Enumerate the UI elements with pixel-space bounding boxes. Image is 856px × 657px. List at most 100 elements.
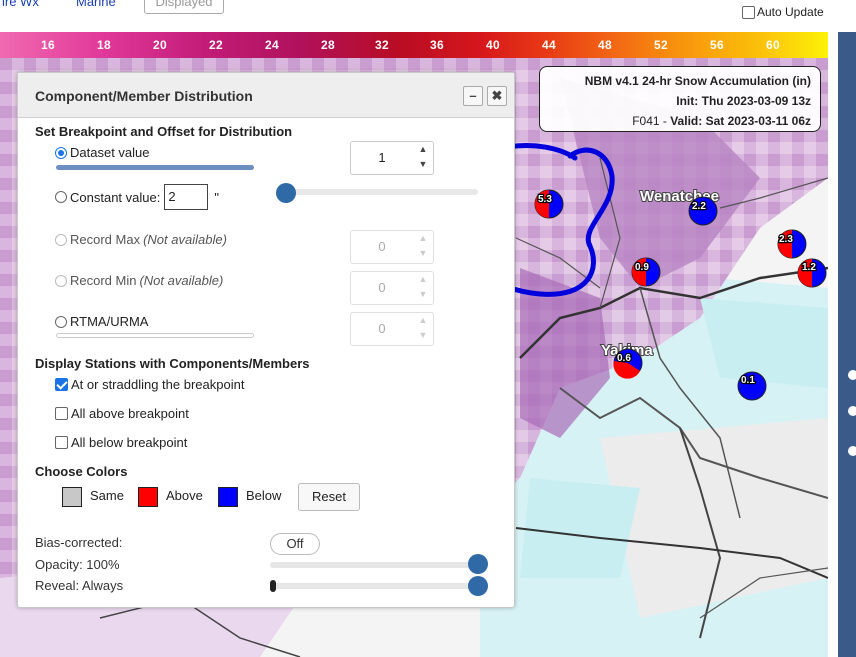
station-marker[interactable]: 1.2 [797,258,827,288]
station-marker[interactable]: 2.3 [777,229,807,259]
fire-wx-link[interactable]: ire Wx [2,0,39,9]
scale-tick: 28 [321,38,335,52]
reveal-slider-start[interactable] [270,580,276,592]
forecast-info-box: NBM v4.1 24-hr Snow Accumulation (in) In… [539,66,821,132]
scale-tick: 16 [41,38,55,52]
record-max-spinner-value: 0 [378,239,386,254]
bias-toggle[interactable]: Off [270,533,320,555]
top-toolbar: ire Wx Marine Displayed Auto Update [0,0,856,32]
reveal-slider-track[interactable] [270,583,478,589]
record-min-note: (Not available) [139,273,224,288]
displayed-button[interactable]: Displayed [144,0,224,14]
reset-colors-button[interactable]: Reset [298,483,360,511]
record-max-radio[interactable] [55,233,67,246]
rtma-underline [56,333,254,338]
option-constant[interactable]: Constant value: 2 " [55,184,219,210]
station-value: 2.3 [779,234,793,245]
filter-straddle[interactable]: At or straddling the breakpoint [55,377,244,392]
marine-link[interactable]: Marine [76,0,116,9]
valid-value: Sat 2023-03-11 06z [705,114,811,128]
option-record-max[interactable]: Record Max (Not available) [55,232,227,247]
opacity-label: Opacity: 100% [35,557,120,572]
spinner-arrows-icon: ▲ ▼ [418,315,428,340]
record-max-spinner[interactable]: 0 ▲ ▼ [350,230,434,264]
record-min-spinner-value: 0 [378,280,386,295]
auto-update-toggle[interactable]: Auto Update [742,5,824,19]
above-label: All above breakpoint [71,406,189,421]
constant-label: Constant value: [70,189,161,205]
minimize-button[interactable]: – [463,86,483,106]
scale-tick: 60 [766,38,780,52]
straddle-checkbox[interactable] [55,378,68,391]
product-title: NBM v4.1 24-hr Snow Accumulation (in) [584,74,811,88]
below-label: All below breakpoint [71,435,188,450]
rtma-spinner-value: 0 [378,321,386,336]
scale-tick: 56 [710,38,724,52]
record-max-note: (Not available) [143,232,227,247]
auto-update-checkbox[interactable] [742,5,755,19]
constant-input[interactable]: 2 [164,184,209,210]
tool-button[interactable] [838,72,856,110]
above-checkbox[interactable] [55,407,68,420]
spinner-arrows-icon: ▲ ▼ [418,233,428,258]
constant-radio[interactable] [55,191,67,203]
opacity-slider-track[interactable] [270,562,478,568]
below-checkbox[interactable] [55,436,68,449]
layer-dot-icon[interactable] [848,370,856,380]
bias-label: Bias-corrected: [35,535,123,550]
dataset-radio[interactable] [55,146,67,159]
layer-dot-icon[interactable] [848,406,856,416]
station-value: 0.6 [617,353,631,364]
scale-tick: 36 [430,38,444,52]
init-value: Thu 2023-03-09 13z [701,94,811,108]
spinner-arrows-icon[interactable]: ▲ ▼ [413,142,433,174]
constant-slider-knob[interactable] [276,183,296,203]
station-marker[interactable]: 5.3 [534,189,564,219]
layer-dot-icon[interactable] [848,446,856,456]
choose-colors-title: Choose Colors [35,464,128,479]
scale-tick: 22 [209,38,223,52]
breakpoint-section-title: Set Breakpoint and Offset for Distributi… [35,124,293,139]
reveal-label: Reveal: Always [35,578,124,593]
dataset-underline [56,165,254,170]
reveal-slider-knob[interactable] [468,576,488,596]
station-marker[interactable]: 0.1 [737,371,767,401]
filter-below[interactable]: All below breakpoint [55,435,187,450]
close-button[interactable]: ✖ [487,86,507,106]
straddle-label: At or straddling the breakpoint [71,377,245,392]
option-record-min[interactable]: Record Min (Not available) [55,273,223,288]
auto-update-label: Auto Update [757,5,824,19]
scale-tick: 20 [153,38,167,52]
station-marker[interactable]: 0.9 [631,257,661,287]
above-color-swatch[interactable] [138,487,158,507]
opacity-slider-knob[interactable] [468,554,488,574]
station-marker[interactable]: 0.6 [613,348,643,379]
above-color-label: Above [166,488,203,503]
record-min-label: Record Min [70,273,137,288]
station-marker[interactable]: 2.2 [688,196,718,226]
constant-slider-track[interactable] [280,189,478,195]
init-label: Init: [676,94,699,108]
rtma-label: RTMA/URMA [70,314,149,329]
below-color-swatch[interactable] [218,487,238,507]
record-max-label: Record Max [70,232,141,247]
option-rtma[interactable]: RTMA/URMA [55,314,148,329]
panel-header[interactable]: Component/Member Distribution – ✖ [18,73,514,118]
filter-above[interactable]: All above breakpoint [55,406,189,421]
below-color-label: Below [246,488,282,503]
station-value: 0.1 [741,375,755,386]
scale-tick: 18 [97,38,111,52]
rtma-spinner[interactable]: 0 ▲ ▼ [350,312,434,346]
scale-tick: 24 [265,38,279,52]
option-dataset[interactable]: Dataset value [55,145,150,160]
record-min-spinner[interactable]: 0 ▲ ▼ [350,271,434,305]
record-min-radio[interactable] [55,274,67,287]
scale-tick: 44 [542,38,556,52]
station-value: 2.2 [692,201,706,212]
scale-tick: 48 [598,38,612,52]
rtma-radio[interactable] [55,315,67,328]
same-color-swatch[interactable] [62,487,82,507]
display-stations-title: Display Stations with Components/Members [35,356,310,371]
dataset-spinner[interactable]: 1 ▲ ▼ [350,141,434,175]
valid-label: Valid: [670,114,703,128]
